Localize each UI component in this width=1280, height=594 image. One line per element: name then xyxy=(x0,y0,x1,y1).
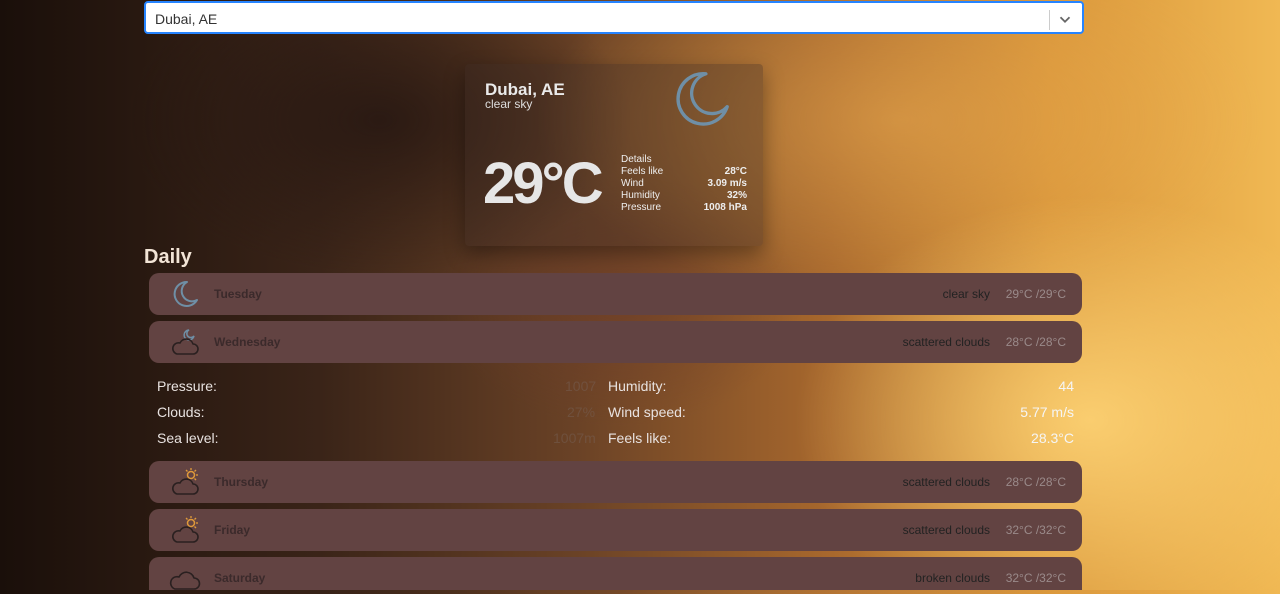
daily-description: broken clouds xyxy=(915,571,990,585)
daily-description: scattered clouds xyxy=(902,475,990,489)
detail-label: Pressure xyxy=(621,202,662,213)
daily-day: Wednesday xyxy=(214,335,281,349)
current-description: clear sky xyxy=(485,97,533,111)
humidity-value: 44 xyxy=(1058,378,1074,394)
cloud-moon-icon xyxy=(172,329,199,355)
location-select-value: Dubai, AE xyxy=(155,11,218,27)
daily-row-thursday[interactable]: Thursday scattered clouds 28°C /28°C xyxy=(149,461,1082,503)
feels-like-value: 28.3°C xyxy=(1031,430,1074,446)
clouds-label: Clouds: xyxy=(157,404,205,420)
chevron-down-icon[interactable] xyxy=(1056,10,1074,28)
cloud-sun-icon xyxy=(172,468,199,495)
detail-value: 3.09 m/s xyxy=(707,178,747,189)
details-heading: Details xyxy=(621,154,652,165)
daily-description: scattered clouds xyxy=(902,523,990,537)
daily-temperature: 28°C /28°C xyxy=(1005,475,1066,489)
daily-description: scattered clouds xyxy=(902,335,990,349)
current-weather-card: Dubai, AE clear sky 29°C Details Feels l… xyxy=(465,64,763,246)
detail-label: Wind xyxy=(621,178,644,189)
cloud-sun-icon xyxy=(172,516,199,543)
detail-value: 32% xyxy=(726,190,747,201)
sea-level-label: Sea level: xyxy=(157,430,219,446)
daily-temperature: 28°C /28°C xyxy=(1005,335,1066,349)
daily-day: Saturday xyxy=(214,571,266,585)
pressure-label: Pressure: xyxy=(157,378,217,394)
clouds-value: 27% xyxy=(567,404,596,420)
daily-temperature: 32°C /32°C xyxy=(1005,523,1066,537)
daily-row-tuesday[interactable]: Tuesday clear sky 29°C /29°C xyxy=(149,273,1082,315)
daily-description: clear sky xyxy=(942,287,990,301)
pressure-value: 1007 xyxy=(565,378,597,394)
current-temperature: 29°C xyxy=(483,151,604,216)
daily-temperature: 32°C /32°C xyxy=(1005,571,1066,585)
detail-label: Feels like xyxy=(621,166,664,177)
daily-heading: Daily xyxy=(144,246,192,268)
daily-day: Friday xyxy=(214,523,251,537)
daily-row-friday[interactable]: Friday scattered clouds 32°C /32°C xyxy=(149,509,1082,551)
daily-row-wednesday[interactable]: Wednesday scattered clouds 28°C /28°C xyxy=(149,321,1082,363)
feels-like-label: Feels like: xyxy=(608,430,672,446)
daily-day: Tuesday xyxy=(214,287,262,301)
location-select[interactable]: Dubai, AE xyxy=(144,1,1084,34)
daily-temperature: 29°C /29°C xyxy=(1005,287,1066,301)
select-separator xyxy=(1049,10,1050,30)
cloud-icon xyxy=(169,571,201,590)
details-panel: Details Feels like 28°C Wind 3.09 m/s Humi… xyxy=(621,154,747,214)
daily-day: Thursday xyxy=(214,475,269,489)
detail-value: 28°C xyxy=(724,166,747,177)
detail-label: Humidity xyxy=(621,190,660,201)
detail-value: 1008 hPa xyxy=(703,202,747,213)
wind-speed-value: 5.77 m/s xyxy=(1020,404,1074,420)
daily-row-saturday[interactable]: Saturday broken clouds 32°C /32°C xyxy=(149,557,1082,590)
sea-level-value: 1007m xyxy=(553,430,596,446)
wind-speed-label: Wind speed: xyxy=(608,404,686,420)
humidity-label: Humidity: xyxy=(608,378,667,394)
moon-icon xyxy=(173,280,198,307)
moon-icon xyxy=(676,72,729,126)
